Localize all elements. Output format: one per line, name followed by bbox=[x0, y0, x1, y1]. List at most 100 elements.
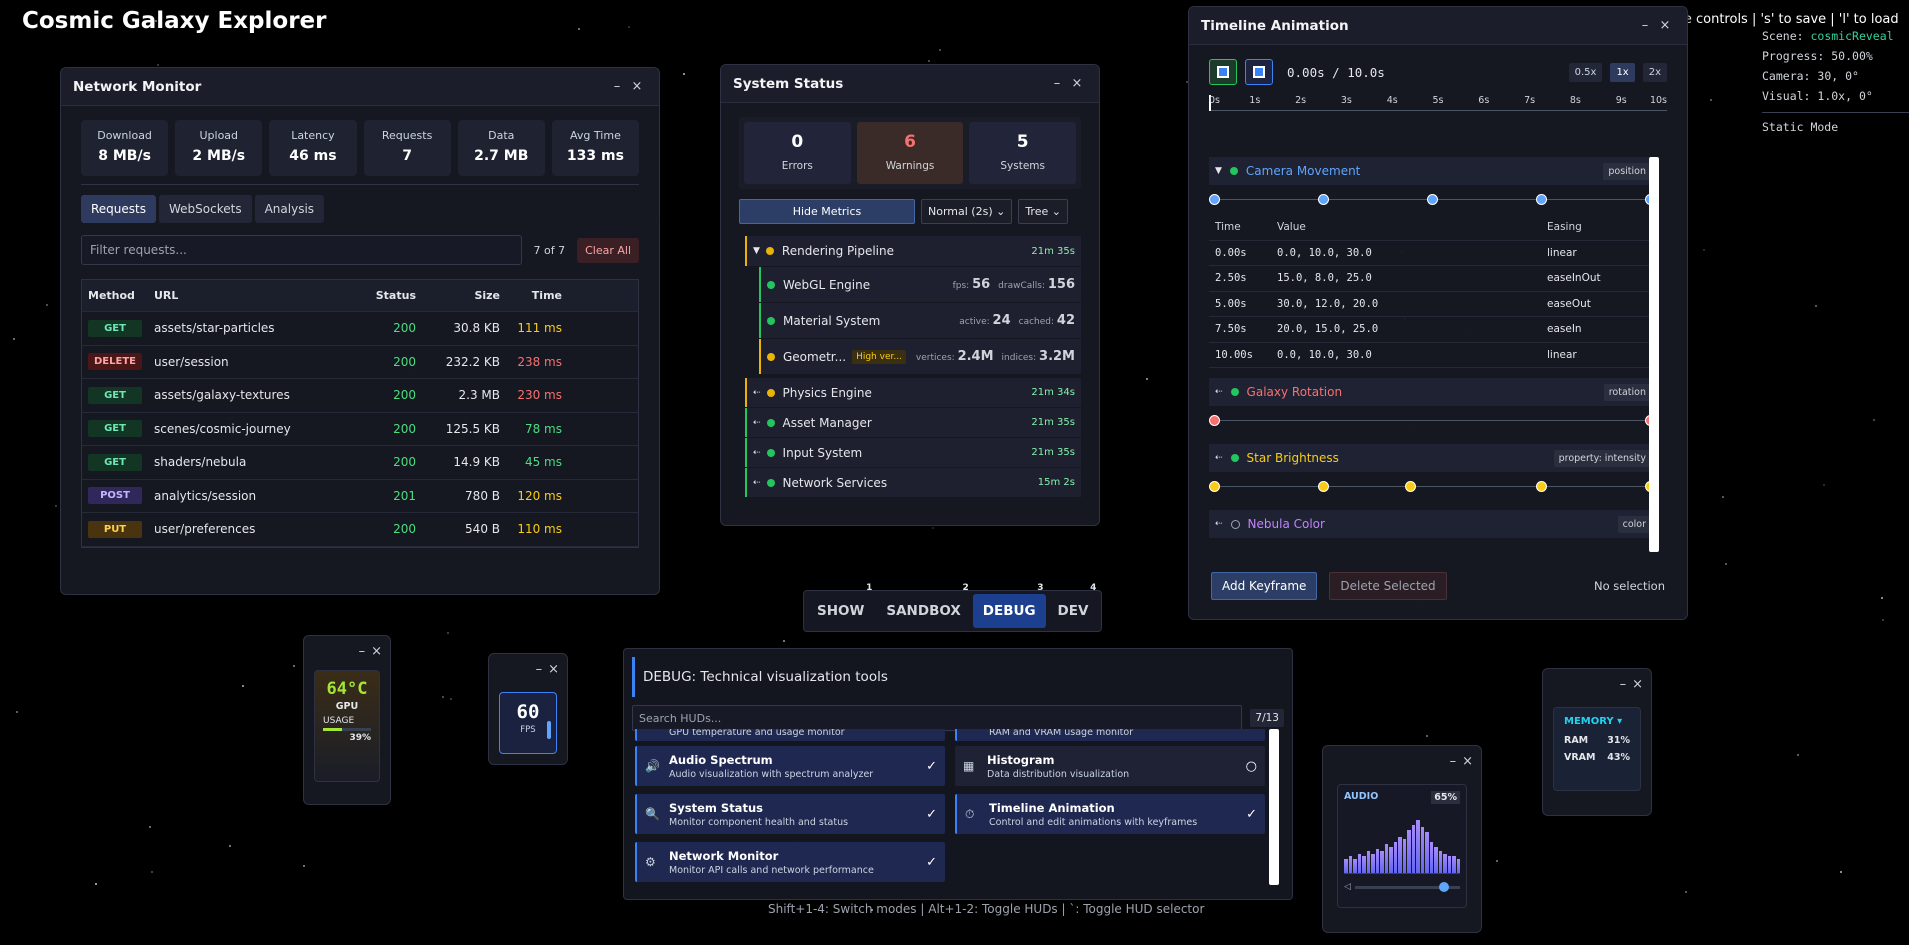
tree-item-webgl-engine[interactable]: WebGL Engine fps: 56 drawCalls: 156 bbox=[759, 267, 1081, 302]
delete-selected-button[interactable]: Delete Selected bbox=[1329, 572, 1447, 600]
close-button[interactable]: × bbox=[1655, 18, 1675, 33]
expand-icon[interactable]: ⇠ bbox=[1215, 453, 1223, 463]
table-row[interactable]: POST analytics/session 201 780 B 120 ms bbox=[82, 480, 638, 513]
table-row[interactable]: GET shaders/nebula 200 14.9 KB 45 ms bbox=[82, 446, 638, 480]
keyframe-row[interactable]: 5.00s 30.0, 12.0, 20.0 easeOut bbox=[1209, 292, 1657, 317]
widget-header[interactable]: – × bbox=[1323, 746, 1481, 776]
track-galaxy-rotation[interactable]: ⇠ Galaxy Rotation rotation bbox=[1209, 378, 1657, 406]
stop-button[interactable] bbox=[1245, 59, 1273, 85]
mode-show-button[interactable]: SHOW 1 bbox=[807, 583, 874, 628]
keyframe-marker[interactable] bbox=[1536, 194, 1547, 205]
window-header[interactable]: Timeline Animation – × bbox=[1189, 7, 1687, 45]
keyframe-row[interactable]: 7.50s 20.0, 15.0, 25.0 easeIn bbox=[1209, 317, 1657, 343]
tree-item-system[interactable]: ⇠ Asset Manager 21m 35s bbox=[745, 408, 1081, 437]
tree-item-rendering-pipeline[interactable]: ▼ Rendering Pipeline 21m 35s bbox=[745, 236, 1081, 266]
keyframe-marker[interactable] bbox=[1318, 194, 1329, 205]
track-star-brightness[interactable]: ⇠ Star Brightness property: intensity bbox=[1209, 444, 1657, 472]
play-button[interactable] bbox=[1209, 59, 1237, 85]
time-ruler[interactable]: 0s 1s 2s 3s 4s 5s 6s 7s 8s 9s 10s bbox=[1209, 95, 1667, 111]
hud-toggle-check[interactable]: ○ bbox=[1246, 759, 1257, 774]
hud-card-gpu[interactable]: GPU temperature and usage monitor bbox=[635, 729, 945, 741]
clear-all-button[interactable]: Clear All bbox=[577, 237, 639, 263]
table-row[interactable]: GET assets/star-particles 200 30.8 KB 111 ms bbox=[82, 312, 638, 346]
expand-icon[interactable]: ⇠ bbox=[1215, 387, 1223, 397]
track-scrollbar[interactable] bbox=[1649, 157, 1659, 552]
close-button[interactable]: × bbox=[1067, 76, 1087, 91]
table-row[interactable]: GET scenes/cosmic-journey 200 125.5 KB 78 ms bbox=[82, 413, 638, 446]
interval-select[interactable]: Normal (2s) ⌄ bbox=[921, 199, 1013, 224]
tree-item-geometry[interactable]: Geometr... High ver... vertices: 2.4M in… bbox=[759, 339, 1081, 374]
column-header[interactable]: URL bbox=[154, 289, 364, 302]
collapse-icon[interactable]: ▼ bbox=[1215, 166, 1222, 176]
hud-card[interactable]: ⚙ Network Monitor Monitor API calls and ne… bbox=[635, 842, 945, 882]
hud-card-memory[interactable]: RAM and VRAM usage monitor bbox=[955, 729, 1265, 741]
column-header[interactable]: Size bbox=[416, 289, 500, 302]
hud-card[interactable]: ▦ Histogram Data distribution visualizatio… bbox=[955, 746, 1265, 786]
hud-search-input[interactable]: Search HUDs... bbox=[632, 705, 1243, 731]
hud-toggle-check[interactable]: ✓ bbox=[1246, 807, 1257, 822]
track-enabled-dot[interactable] bbox=[1230, 454, 1239, 462]
hud-card[interactable]: ⏱ Timeline Animation Control and edit anim… bbox=[955, 794, 1265, 834]
hud-card[interactable]: 🔍 System Status Monitor component health a… bbox=[635, 794, 945, 834]
widget-header[interactable]: – × bbox=[1543, 669, 1651, 699]
keyframe-row[interactable]: 0.00s 0.0, 10.0, 30.0 linear bbox=[1209, 241, 1657, 266]
keyframe-marker[interactable] bbox=[1405, 481, 1417, 492]
hud-toggle-check[interactable]: ✓ bbox=[926, 807, 937, 822]
collapse-icon[interactable]: ▼ bbox=[753, 246, 760, 256]
expand-icon[interactable]: ⇠ bbox=[1215, 519, 1223, 529]
volume-slider[interactable] bbox=[1354, 881, 1460, 892]
mode-debug-button[interactable]: DEBUG 3 bbox=[972, 583, 1046, 628]
minimize-button[interactable]: – bbox=[1620, 677, 1627, 692]
close-button[interactable]: × bbox=[1632, 677, 1643, 692]
minimize-button[interactable]: – bbox=[359, 644, 366, 659]
expand-icon[interactable]: ⇠ bbox=[753, 388, 761, 398]
add-keyframe-button[interactable]: Add Keyframe bbox=[1211, 572, 1318, 600]
table-row[interactable]: PUT user/preferences 200 540 B 110 ms bbox=[82, 513, 638, 547]
keyframe-row[interactable]: 10.00s 0.0, 10.0, 30.0 linear bbox=[1209, 343, 1657, 368]
tab-websockets[interactable]: WebSockets bbox=[159, 195, 252, 223]
track-nebula-color[interactable]: ⇠ Nebula Color color bbox=[1209, 510, 1657, 538]
keyframe-marker[interactable] bbox=[1318, 481, 1329, 492]
close-button[interactable]: × bbox=[1462, 754, 1473, 769]
hide-metrics-button[interactable]: Hide Metrics bbox=[739, 199, 915, 224]
tree-item-system[interactable]: ⇠ Input System 21m 35s bbox=[745, 438, 1081, 467]
minimize-button[interactable]: – bbox=[607, 79, 627, 94]
filter-input[interactable]: Filter requests... bbox=[81, 235, 522, 265]
close-button[interactable]: × bbox=[548, 662, 559, 677]
hud-card[interactable]: 🔊 Audio Spectrum Audio visualization with … bbox=[635, 746, 945, 786]
memory-toggle[interactable]: MEMORY ▾ bbox=[1564, 716, 1630, 727]
selector-scrollbar[interactable] bbox=[1269, 729, 1279, 885]
hud-toggle-check[interactable]: ✓ bbox=[926, 855, 937, 870]
close-button[interactable]: × bbox=[627, 79, 647, 94]
speed-1x-button[interactable]: 1x bbox=[1610, 62, 1635, 82]
mode-dev-button[interactable]: DEV 4 bbox=[1048, 583, 1099, 628]
track-camera-movement[interactable]: ▼ Camera Movement position bbox=[1209, 157, 1657, 185]
tree-item-system[interactable]: ⇠ Network Services 15m 2s bbox=[745, 468, 1081, 497]
speed-half-button[interactable]: 0.5x bbox=[1568, 62, 1603, 82]
view-select[interactable]: Tree ⌄ bbox=[1018, 199, 1068, 224]
keyframe-lane[interactable] bbox=[1209, 185, 1657, 215]
keyframe-marker[interactable] bbox=[1209, 415, 1220, 426]
keyframe-lane[interactable] bbox=[1209, 472, 1657, 502]
tree-item-system[interactable]: ⇠ Physics Engine 21m 34s bbox=[745, 378, 1081, 407]
minimize-button[interactable]: – bbox=[1450, 754, 1457, 769]
expand-icon[interactable]: ⇠ bbox=[753, 478, 761, 488]
keyframe-lane[interactable] bbox=[1209, 406, 1657, 436]
keyframe-marker[interactable] bbox=[1209, 481, 1220, 492]
tab-analysis[interactable]: Analysis bbox=[254, 195, 325, 223]
keyframe-marker[interactable] bbox=[1427, 194, 1438, 205]
table-row[interactable]: GET assets/galaxy-textures 200 2.3 MB 230 ms bbox=[82, 379, 638, 413]
speed-2x-button[interactable]: 2x bbox=[1642, 62, 1667, 82]
minimize-button[interactable]: – bbox=[536, 662, 543, 677]
tab-requests[interactable]: Requests bbox=[81, 195, 156, 223]
mode-sandbox-button[interactable]: SANDBOX 2 bbox=[876, 583, 970, 628]
tree-item-material-system[interactable]: Material System active: 24 cached: 42 bbox=[759, 303, 1081, 338]
widget-header[interactable]: – × bbox=[489, 654, 567, 684]
track-enabled-dot[interactable] bbox=[1230, 388, 1239, 396]
keyframe-marker[interactable] bbox=[1536, 481, 1547, 492]
keyframe-marker[interactable] bbox=[1209, 194, 1220, 205]
expand-icon[interactable]: ⇠ bbox=[753, 418, 761, 428]
volume-thumb[interactable] bbox=[1438, 881, 1449, 892]
column-header[interactable]: Time bbox=[500, 289, 568, 302]
window-header[interactable]: System Status – × bbox=[721, 65, 1099, 103]
